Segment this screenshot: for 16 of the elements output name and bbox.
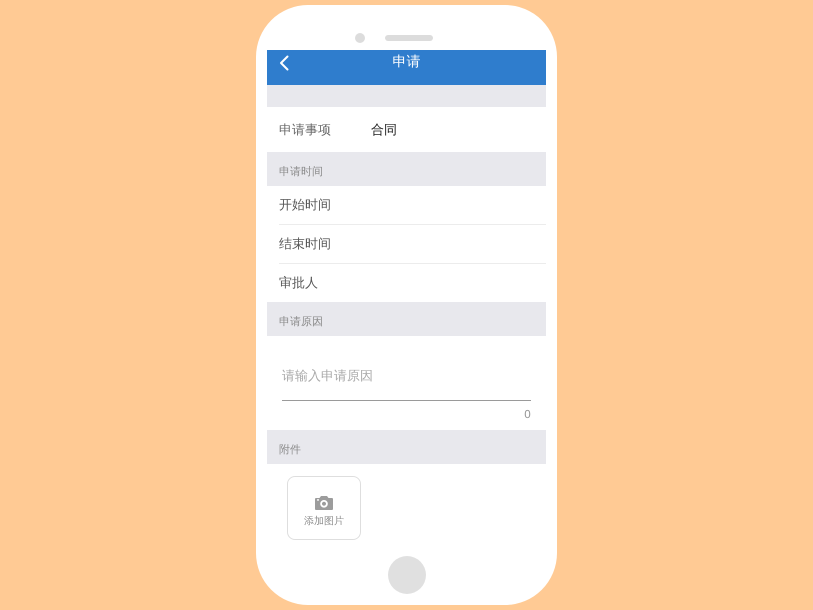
field-label[interactable]: 结束时间 bbox=[279, 235, 331, 253]
section-header: 申请原因 bbox=[267, 302, 546, 336]
section-header: 附件 bbox=[267, 430, 546, 464]
add-photo-button[interactable]: 添加图片 bbox=[287, 476, 361, 540]
reason-field[interactable]: 请输入申请原因 bbox=[282, 360, 531, 401]
field-value: 合同 bbox=[371, 122, 397, 138]
back-icon[interactable] bbox=[279, 55, 289, 71]
speaker-slot bbox=[385, 35, 433, 41]
field-label: 申请事项 bbox=[279, 122, 332, 138]
field-label[interactable]: 审批人 bbox=[279, 274, 318, 292]
front-camera-icon bbox=[355, 33, 365, 43]
field-label[interactable]: 开始时间 bbox=[279, 196, 331, 214]
camera-icon bbox=[315, 496, 333, 510]
char-counter: 0 bbox=[524, 408, 531, 421]
header-title: 申请 bbox=[392, 53, 420, 71]
section-header: 申请时间 bbox=[267, 152, 546, 186]
